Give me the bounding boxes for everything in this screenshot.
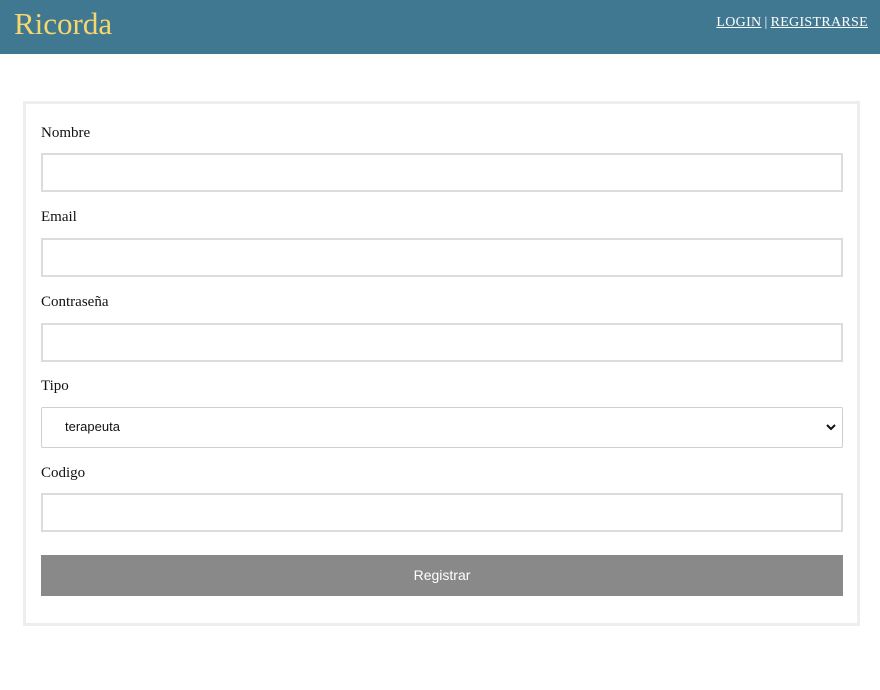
codigo-field[interactable] [41,493,843,532]
register-link[interactable]: REGISTRARSE [771,15,868,30]
registrar-button[interactable]: Registrar [41,555,843,596]
tipo-select[interactable]: terapeuta [41,407,843,448]
password-field[interactable] [41,323,843,362]
email-label: Email [41,209,77,225]
password-label: Contraseña [41,294,109,310]
brand-logo[interactable]: Ricorda [14,6,112,42]
top-header: Ricorda LOGIN | REGISTRARSE [0,0,880,54]
login-link[interactable]: LOGIN [716,15,761,30]
tipo-label: Tipo [41,378,69,394]
nombre-field[interactable] [41,153,843,192]
nav-separator: | [764,15,768,30]
top-nav: LOGIN | REGISTRARSE [716,15,868,31]
nombre-label: Nombre [41,125,91,141]
chevron-down-icon [826,424,836,431]
register-form: Nombre Email Contraseña Tipo terapeuta C… [23,101,860,626]
tipo-selected-value: terapeuta [65,419,120,434]
email-field[interactable] [41,238,843,277]
codigo-label: Codigo [41,465,86,481]
